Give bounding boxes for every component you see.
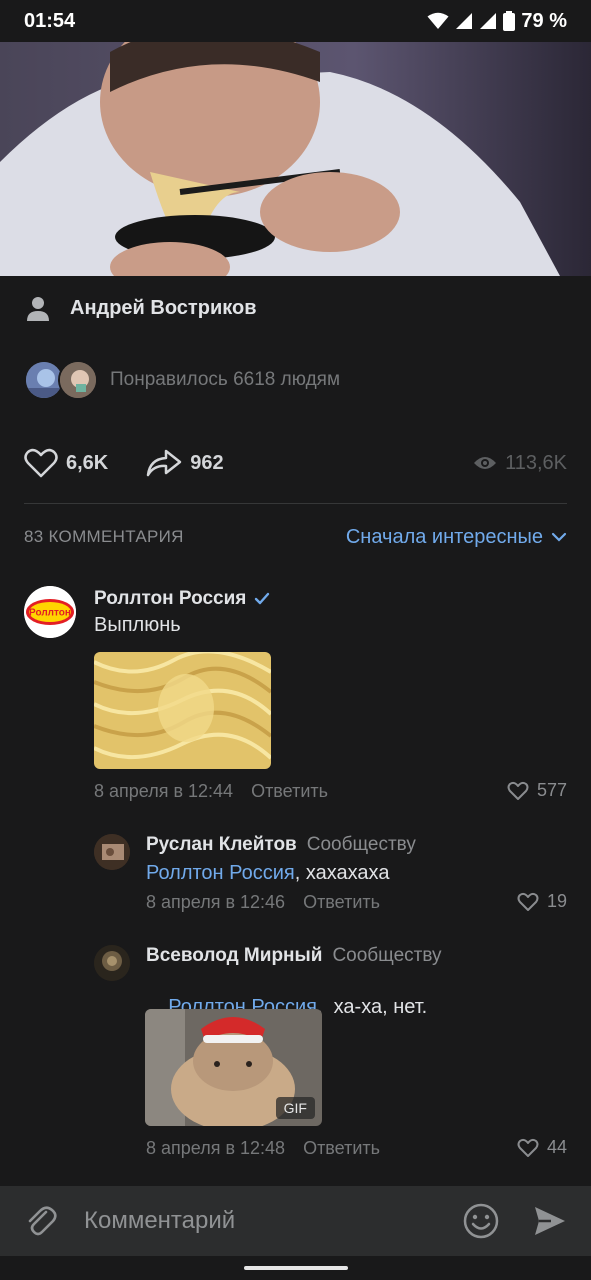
comment-reply-target: Сообществу	[306, 834, 416, 855]
wifi-icon	[427, 12, 449, 29]
comment-body: , ха-ха, нет.	[316, 996, 428, 1018]
share-count: 962	[190, 451, 224, 474]
sort-dropdown[interactable]: Сначала интересные	[346, 526, 567, 549]
sort-label: Сначала интересные	[345, 525, 543, 548]
post-actions: 6,6K 962 113,6K	[24, 442, 567, 484]
gif-badge: GIF	[275, 1097, 315, 1119]
post-photo	[0, 42, 591, 276]
user-icon	[27, 297, 49, 321]
system-nav-bar	[0, 1256, 591, 1280]
comment-meta: 8 апреля в 12:46 Ответить	[146, 892, 380, 913]
comment-input[interactable]: Комментарий	[84, 1207, 463, 1235]
emoji-icon[interactable]	[463, 1203, 499, 1239]
verified-icon	[255, 592, 270, 605]
comment-reply: Руслан Клейтов Сообществу Роллтон Россия,…	[94, 832, 567, 916]
comment-text: Выплюнь	[94, 614, 181, 636]
comment-author[interactable]: Роллтон Россия	[94, 588, 246, 610]
comment-meta: 8 апреля в 12:48 Ответить	[146, 1138, 380, 1159]
rollton-logo-text: Роллтон	[29, 608, 71, 619]
views-count: 113,6K	[505, 451, 567, 474]
comments-count: 83 КОММЕНТАРИЯ	[24, 527, 184, 546]
status-bar: 01:54 79 %	[0, 0, 591, 42]
comment-like-count: 44	[546, 1137, 567, 1157]
likers-text[interactable]: Понравилось 6618 людям	[110, 369, 340, 391]
post-image[interactable]	[0, 42, 591, 276]
comment: Роллтон Роллтон Россия Выплюнь 8 апреля …	[24, 586, 567, 806]
comment-like-button[interactable]: 577	[507, 780, 567, 801]
chevron-down-icon	[551, 532, 567, 542]
likers-row[interactable]: Понравилось 6618 людям	[24, 358, 340, 402]
reply-button[interactable]: Ответить	[251, 781, 328, 802]
comment-like-count: 577	[536, 780, 567, 800]
share-button[interactable]: 962	[146, 449, 224, 477]
comment-avatar[interactable]	[94, 834, 130, 870]
comment-date: 8 апреля в 12:48	[146, 1138, 286, 1158]
liker-avatar	[58, 360, 98, 400]
post-author-name[interactable]: Андрей Востриков	[70, 297, 257, 320]
comment-date: 8 апреля в 12:44	[94, 781, 234, 801]
comment-body: , хахахаха	[294, 862, 390, 884]
battery-icon	[503, 11, 516, 31]
comment-like-count: 19	[546, 891, 567, 911]
signal-icon	[456, 13, 473, 29]
comment-input-bar: Комментарий	[0, 1186, 591, 1256]
views-counter: 113,6K	[473, 452, 567, 475]
comment-mention[interactable]: Роллтон Россия	[146, 862, 295, 884]
send-icon[interactable]	[533, 1205, 567, 1237]
comment-like-button[interactable]: 44	[517, 1137, 567, 1158]
comment-author[interactable]: Руслан Клейтов	[146, 834, 297, 855]
comment-meta: 8 апреля в 12:44 Ответить	[94, 781, 328, 802]
comment-reply-target: Сообществу	[332, 945, 442, 966]
comment-date: 8 апреля в 12:46	[146, 892, 286, 912]
home-indicator[interactable]	[244, 1266, 348, 1270]
attach-icon[interactable]	[24, 1204, 58, 1238]
comment-avatar[interactable]: Роллтон	[24, 586, 76, 638]
reply-button[interactable]: Ответить	[303, 892, 380, 913]
post-author-row[interactable]: Андрей Востриков	[24, 290, 257, 326]
like-button[interactable]: 6,6K	[24, 448, 108, 478]
comment-reply: Всеволод Мирный Сообществу Роллтон Россия…	[94, 943, 567, 1163]
comment-gif[interactable]: GIF	[145, 1009, 322, 1126]
eye-icon	[474, 457, 497, 469]
divider	[24, 503, 567, 504]
heart-icon	[517, 1138, 539, 1157]
comment-avatar[interactable]	[94, 945, 130, 981]
signal-icon-2	[480, 13, 497, 29]
comments-header: 83 КОММЕНТАРИЯ Сначала интересные	[24, 520, 567, 554]
comment-text: Роллтон Россия, хахахаха	[146, 862, 389, 885]
comment-like-button[interactable]: 19	[517, 891, 567, 912]
like-count: 6,6K	[66, 451, 109, 474]
heart-icon	[24, 448, 58, 478]
status-time: 01:54	[24, 9, 76, 32]
comment-image[interactable]	[94, 652, 271, 769]
share-icon	[147, 449, 182, 477]
battery-level: 79 %	[521, 9, 567, 32]
comment-author[interactable]: Всеволод Мирный	[146, 945, 322, 966]
heart-icon	[507, 781, 529, 800]
reply-button[interactable]: Ответить	[303, 1138, 380, 1159]
heart-icon	[517, 892, 539, 911]
